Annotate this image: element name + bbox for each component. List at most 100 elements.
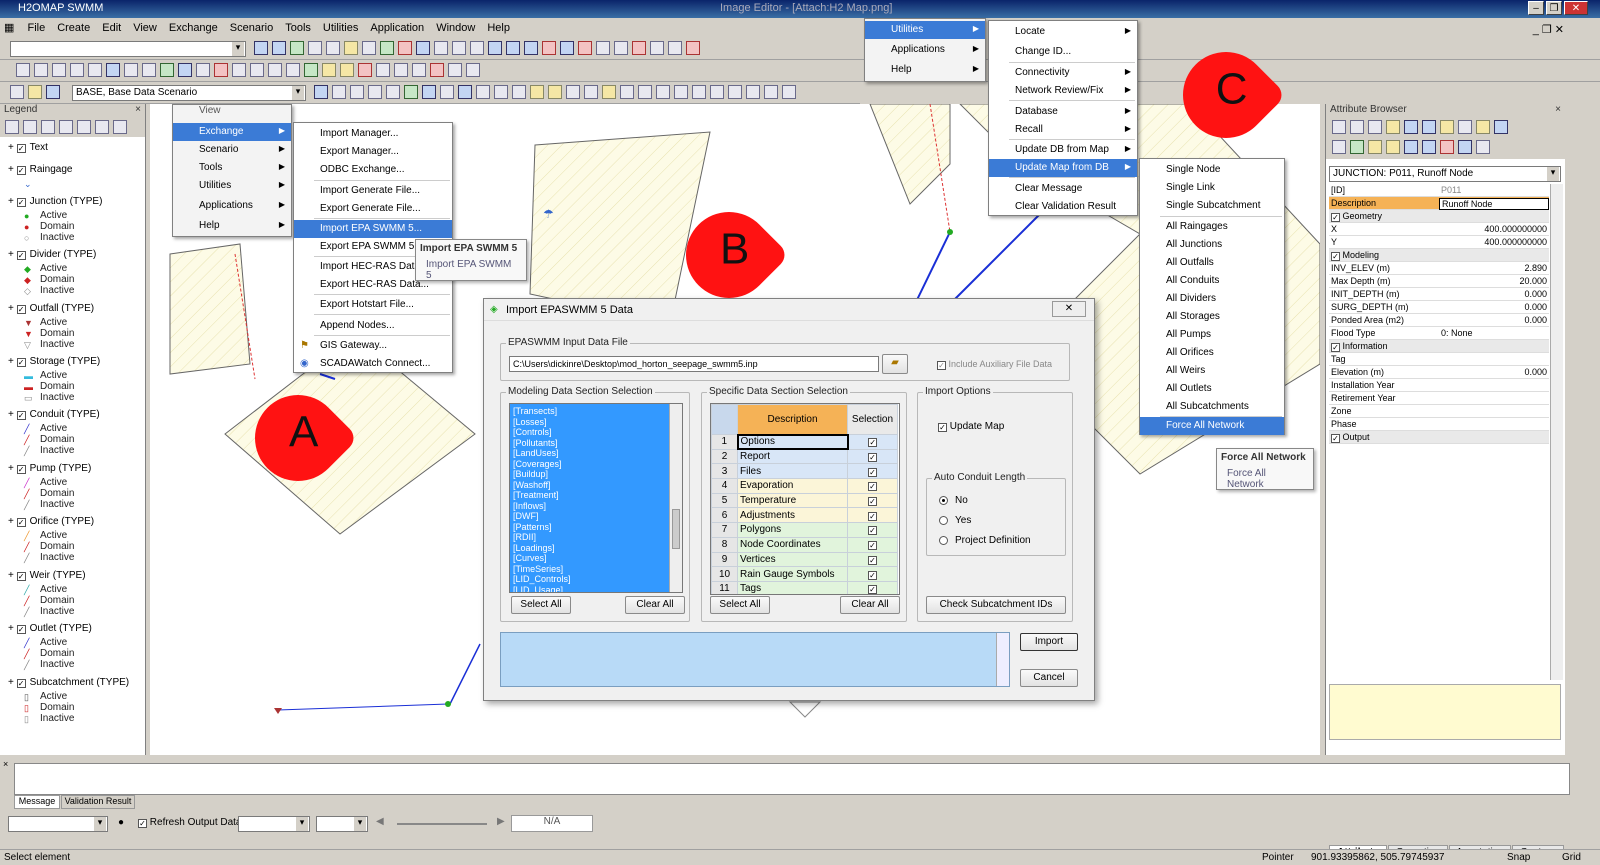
checkbox-icon[interactable]: ✓ xyxy=(16,518,26,527)
legend-tool-icon[interactable] xyxy=(113,120,127,134)
file-path-input[interactable]: C:\Users\dickinre\Desktop\mod_horton_see… xyxy=(509,356,879,372)
table-row[interactable]: 2 Report ✓ xyxy=(711,448,898,465)
prop-row[interactable]: INV_ELEV (m) 2.890 xyxy=(1329,262,1549,275)
table-row[interactable]: 1 Options ✓ xyxy=(711,433,898,451)
expand-icon[interactable]: + xyxy=(8,463,14,474)
menu-window[interactable]: Window xyxy=(430,19,481,37)
menu-item-view[interactable]: View xyxy=(173,105,291,117)
undo-a-icon[interactable] xyxy=(376,63,390,77)
menu-item-recall[interactable]: Recall ▶ xyxy=(989,121,1137,139)
legend-tool-icon[interactable] xyxy=(59,120,73,134)
prop-group[interactable]: ✓ Modeling xyxy=(1329,249,1549,262)
dialog-close-icon[interactable]: ✕ xyxy=(1052,301,1086,317)
status-grid[interactable]: Grid xyxy=(1562,852,1581,863)
prop-row[interactable]: Retirement Year xyxy=(1329,392,1549,405)
prev-icon[interactable]: ◀ xyxy=(376,816,384,827)
attr-pointer-icon[interactable] xyxy=(1332,120,1346,134)
circle-a-icon[interactable] xyxy=(488,41,502,55)
print-icon[interactable] xyxy=(764,85,778,99)
zoom-in-icon[interactable] xyxy=(638,85,652,99)
prop-group[interactable]: ✓ Output xyxy=(1329,431,1549,444)
tab-message[interactable]: Message xyxy=(14,795,60,809)
row-checkbox[interactable]: ✓ xyxy=(868,482,877,492)
expand-icon[interactable]: + xyxy=(8,196,14,207)
select-all-sections-button[interactable]: Select All xyxy=(511,596,571,614)
save-icon[interactable] xyxy=(46,85,60,99)
legend-group-divider[interactable]: + ✓ Divider (TYPE) xyxy=(8,249,96,260)
list-item[interactable]: [Patterns] xyxy=(510,522,682,533)
prop-row[interactable]: Elevation (m) 0.000 xyxy=(1329,366,1549,379)
select-link-icon[interactable] xyxy=(52,63,66,77)
row-checkbox[interactable]: ✓ xyxy=(868,585,877,594)
subcatchment-icon[interactable] xyxy=(286,63,300,77)
menu-item-force-all-network[interactable]: Force All Network xyxy=(1140,417,1284,435)
tool-e-icon[interactable] xyxy=(668,41,682,55)
row-checkbox[interactable]: ✓ xyxy=(868,570,877,580)
expand-icon[interactable]: + xyxy=(8,677,14,688)
row-checkbox[interactable]: ✓ xyxy=(868,453,877,463)
legend-tool-icon[interactable] xyxy=(23,120,37,134)
tool-a-icon[interactable] xyxy=(596,41,610,55)
scen-e-icon[interactable] xyxy=(404,85,418,99)
prop-group[interactable]: ✓ Geometry xyxy=(1329,210,1549,223)
list-item[interactable]: [Buildup] xyxy=(510,469,682,480)
list-scrollbar[interactable] xyxy=(669,404,682,592)
clear-all-specific-button[interactable]: Clear All xyxy=(840,596,900,614)
checkbox-icon[interactable]: ✓ xyxy=(16,625,26,634)
radio-yes[interactable] xyxy=(939,516,948,525)
menu-item-scadawatch[interactable]: ◉ SCADAWatch Connect... xyxy=(294,355,452,373)
legend-group-outfall[interactable]: + ✓ Outfall (TYPE) xyxy=(8,303,94,314)
menu-file[interactable]: File xyxy=(21,19,51,37)
maximize-icon[interactable]: ❐ xyxy=(1546,1,1562,15)
status-snap[interactable]: Snap xyxy=(1507,852,1530,863)
menu-item-append-nodes[interactable]: Append Nodes... xyxy=(294,317,452,335)
menu-item-clear-validation[interactable]: Clear Validation Result xyxy=(989,198,1137,216)
edit-a-icon[interactable] xyxy=(322,63,336,77)
scen-i-icon[interactable] xyxy=(476,85,490,99)
tool-f-icon[interactable] xyxy=(686,41,700,55)
redo-icon[interactable] xyxy=(466,63,480,77)
expand-icon[interactable]: + xyxy=(8,409,14,420)
prop-row[interactable]: Ponded Area (m2) 0.000 xyxy=(1329,314,1549,327)
menu-item-all-raingages[interactable]: All Raingages xyxy=(1140,218,1284,236)
checkbox-icon[interactable]: ✓ xyxy=(16,144,26,153)
checkbox-icon[interactable]: ✓ xyxy=(16,251,26,260)
scen-m-icon[interactable] xyxy=(548,85,562,99)
list-item[interactable]: [LID_Controls] xyxy=(510,574,682,585)
label-icon[interactable] xyxy=(304,63,318,77)
graph-icon[interactable] xyxy=(380,41,394,55)
attr-link-icon[interactable] xyxy=(1350,120,1364,134)
update-map-checkbox[interactable]: ✓ Update Map xyxy=(938,421,1004,432)
time-combo-b[interactable] xyxy=(316,816,368,832)
prop-row[interactable]: Installation Year xyxy=(1329,379,1549,392)
close-icon[interactable]: ✕ xyxy=(1564,1,1588,15)
prop-row[interactable]: [ID] P011 xyxy=(1329,184,1549,197)
triangle-icon[interactable] xyxy=(142,63,156,77)
poly-icon[interactable] xyxy=(470,41,484,55)
menu-item-import-manager[interactable]: Import Manager... xyxy=(294,125,452,143)
menu-item-update-db[interactable]: Update DB from Map ▶ xyxy=(989,141,1137,159)
legend-group-outlet[interactable]: + ✓ Outlet (TYPE) xyxy=(8,623,92,634)
expand-icon[interactable]: + xyxy=(8,303,14,314)
scen-d-icon[interactable] xyxy=(386,85,400,99)
prop-row[interactable]: Max Depth (m) 20.000 xyxy=(1329,275,1549,288)
next-icon[interactable]: ▶ xyxy=(497,816,505,827)
menu-item-single-link[interactable]: Single Link xyxy=(1140,179,1284,197)
legend-tool-icon[interactable] xyxy=(5,120,19,134)
menu-exchange[interactable]: Exchange xyxy=(163,19,224,37)
table-row[interactable]: 3 Files ✓ xyxy=(711,463,898,480)
menu-item-single-subcatchment[interactable]: Single Subcatchment xyxy=(1140,197,1284,215)
menu-item-export-manager[interactable]: Export Manager... xyxy=(294,143,452,161)
list-item[interactable]: [Loadings] xyxy=(510,543,682,554)
run-icon[interactable] xyxy=(314,85,328,99)
node-icon[interactable] xyxy=(434,41,448,55)
menu-item-all-subcatchments[interactable]: All Subcatchments xyxy=(1140,398,1284,416)
menu-item-import-generate[interactable]: Import Generate File... xyxy=(294,182,452,200)
menu-item-odbc-exchange[interactable]: ODBC Exchange... xyxy=(294,161,452,179)
scen-c-icon[interactable] xyxy=(368,85,382,99)
table-row[interactable]: 7 Polygons ✓ xyxy=(711,522,898,538)
tab-validation-result[interactable]: Validation Result xyxy=(61,795,135,809)
record-icon[interactable]: ● xyxy=(118,817,124,828)
edit-c-icon[interactable] xyxy=(358,63,372,77)
legend-group-junction[interactable]: + ✓ Junction (TYPE) xyxy=(8,196,102,207)
